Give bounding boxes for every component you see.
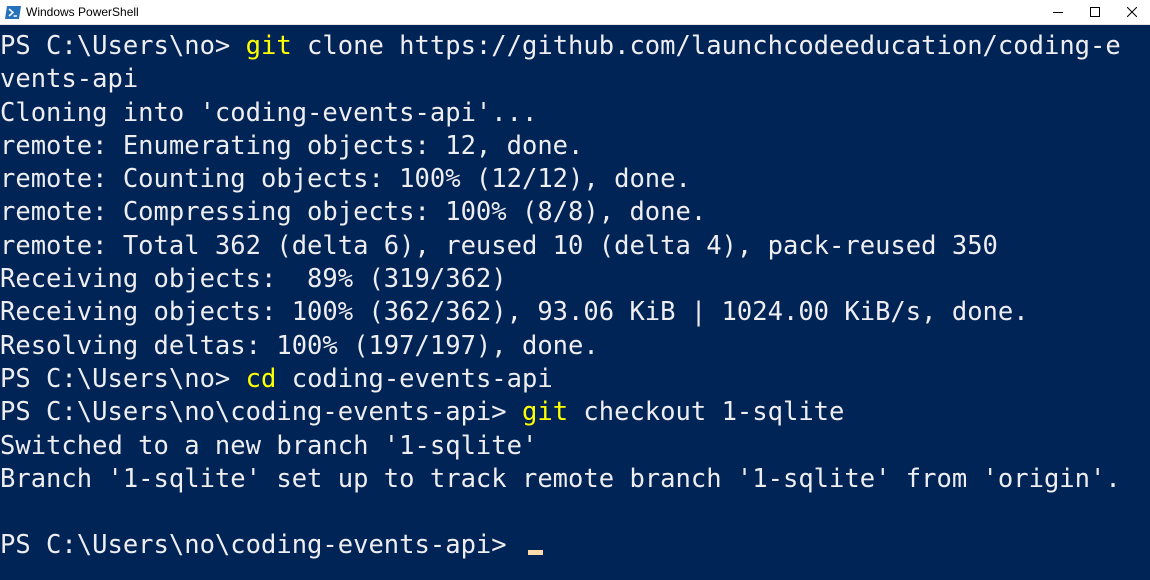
prompt-text: PS C:\Users\no> — [0, 363, 246, 394]
output-line: remote: Enumerating objects: 12, done. — [0, 130, 584, 161]
prompt-line: PS C:\Users\no> cd coding-events-api — [0, 363, 1150, 396]
command-args: clone https://github.com/launchcodeeduca… — [291, 31, 1121, 61]
output-line: vents-api — [0, 64, 139, 95]
minimize-icon — [1052, 12, 1063, 13]
prompt-text: PS C:\Users\no> — [0, 31, 246, 61]
powershell-window: Windows PowerShell PS C:\Users\no> git c… — [0, 0, 1150, 580]
terminal-output[interactable]: PS C:\Users\no> git clone https://github… — [0, 25, 1150, 580]
output-line: remote: Counting objects: 100% (12/12), … — [0, 164, 691, 195]
text-cursor — [527, 550, 543, 556]
maximize-icon — [1089, 7, 1100, 17]
command-args: checkout 1-sqlite — [568, 397, 845, 428]
output-line: Branch '1-sqlite' set up to track remote… — [0, 463, 1121, 494]
close-button[interactable] — [1113, 0, 1150, 24]
window-title: Windows PowerShell — [26, 5, 139, 19]
output-line: Switched to a new branch '1-sqlite' — [0, 430, 538, 461]
output-line: Resolving deltas: 100% (197/197), done. — [0, 330, 599, 361]
prompt-line: PS C:\Users\no\coding-events-api> git ch… — [0, 396, 1150, 429]
maximize-button[interactable] — [1076, 0, 1113, 24]
command-name: git — [245, 31, 292, 61]
prompt-line: PS C:\Users\no\coding-events-api> — [0, 529, 1150, 562]
command-name: cd — [245, 363, 277, 394]
output-line: remote: Compressing objects: 100% (8/8),… — [0, 197, 707, 228]
command-name: git — [521, 397, 569, 428]
output-line: Receiving objects: 89% (319/362) — [0, 264, 507, 295]
output-line: remote: Total 362 (delta 6), reused 10 (… — [0, 230, 998, 261]
title-bar[interactable]: Windows PowerShell — [0, 0, 1150, 25]
prompt-text: PS C:\Users\no\coding-events-api> — [0, 397, 522, 428]
output-line: Cloning into 'coding-events-api'... — [0, 97, 538, 128]
close-icon — [1126, 7, 1137, 17]
command-args: coding-events-api — [276, 363, 553, 394]
powershell-icon — [5, 5, 21, 19]
output-line: Receiving objects: 100% (362/362), 93.06… — [0, 297, 1029, 328]
window-controls — [1039, 0, 1150, 24]
prompt-text: PS C:\Users\no\coding-events-api> — [0, 530, 522, 561]
prompt-line: PS C:\Users\no> git clone https://github… — [0, 30, 1150, 63]
minimize-button[interactable] — [1039, 0, 1076, 24]
